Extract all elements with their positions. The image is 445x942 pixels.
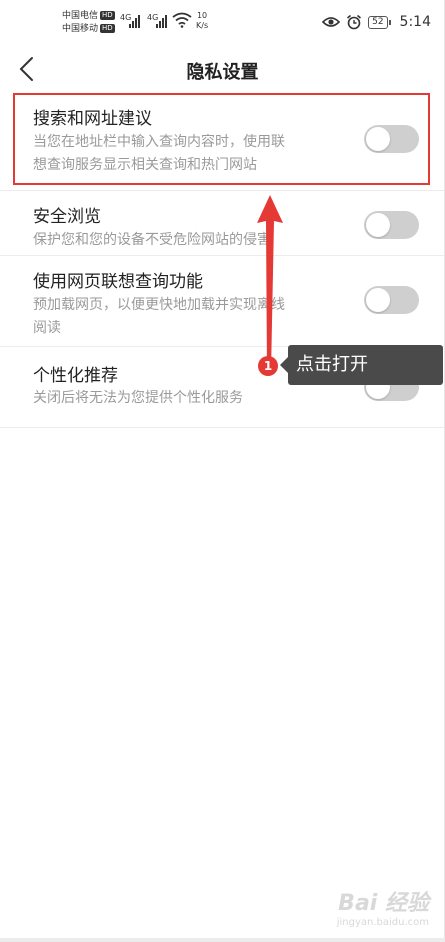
toggle-knob — [366, 288, 390, 312]
watermark: Bai 经验 jingyan.baidu.com — [337, 885, 429, 928]
setting-description: 保护您和您的设备不受危险网站的侵害 — [33, 229, 353, 252]
battery-icon: 52 — [368, 15, 392, 29]
battery-level: 52 — [372, 16, 384, 27]
alarm-icon — [347, 14, 362, 30]
clock: 5:14 — [399, 14, 431, 30]
page-title: 隐私设置 — [186, 62, 259, 83]
setting-safe-browsing[interactable]: 安全浏览 保护您和您的设备不受危险网站的侵害 — [0, 191, 445, 256]
safe-browsing-toggle[interactable] — [364, 211, 419, 239]
watermark-url: jingyan.baidu.com — [336, 917, 429, 928]
app-header: 隐私设置 — [0, 48, 445, 92]
highlight-box — [13, 93, 430, 185]
setting-page-prediction[interactable]: 使用网页联想查询功能 预加载网页，以便更快地加载并实现离线 阅读 — [0, 256, 445, 347]
instruction-tooltip: 点击打开 — [280, 345, 443, 385]
setting-desc-line-2: 阅读 — [33, 320, 61, 336]
page-prediction-toggle[interactable] — [364, 286, 419, 314]
setting-desc-line-1: 预加载网页，以便更快地加载并实现离线 — [33, 297, 285, 313]
bottom-divider — [0, 938, 445, 942]
speed-unit: K/s — [196, 21, 209, 30]
carrier-2-label: 中国移动 — [62, 24, 99, 34]
arrow-up-icon — [257, 195, 283, 373]
status-right: 52 5:14 — [322, 14, 431, 30]
wifi-icon — [172, 12, 192, 28]
hd-badge-1: HD — [100, 11, 115, 20]
setting-description: 预加载网页，以便更快地加载并实现离线 阅读 — [33, 294, 353, 340]
carrier-1-label: 中国电信 — [62, 11, 99, 21]
network-speed: 10 K/s — [196, 11, 208, 31]
setting-title: 个性化推荐 — [33, 366, 118, 386]
carrier-2: 中国移动 HD — [62, 24, 115, 35]
watermark-logo: Bai 经验 — [338, 891, 429, 916]
setting-desc-line-1: 保护您和您的设备不受危险网站的侵害 — [33, 232, 271, 248]
status-bar: 中国电信 HD 中国移动 HD 4G 4G 10 K/s 52 5:14 — [0, 0, 445, 44]
setting-title: 使用网页联想查询功能 — [33, 272, 203, 292]
signal-strength-1-icon — [129, 14, 143, 28]
signal-strength-2-icon — [156, 14, 170, 28]
hd-badge-2: HD — [100, 24, 115, 33]
setting-desc-line-1: 关闭后将无法为您提供个性化服务 — [33, 390, 243, 406]
carrier-1: 中国电信 HD — [62, 11, 115, 22]
toggle-knob — [366, 213, 390, 237]
setting-description: 关闭后将无法为您提供个性化服务 — [33, 387, 353, 410]
eye-icon — [322, 17, 341, 27]
setting-title: 安全浏览 — [33, 207, 101, 227]
speed-value: 10 — [196, 11, 208, 20]
step-badge: 1 — [258, 356, 278, 376]
